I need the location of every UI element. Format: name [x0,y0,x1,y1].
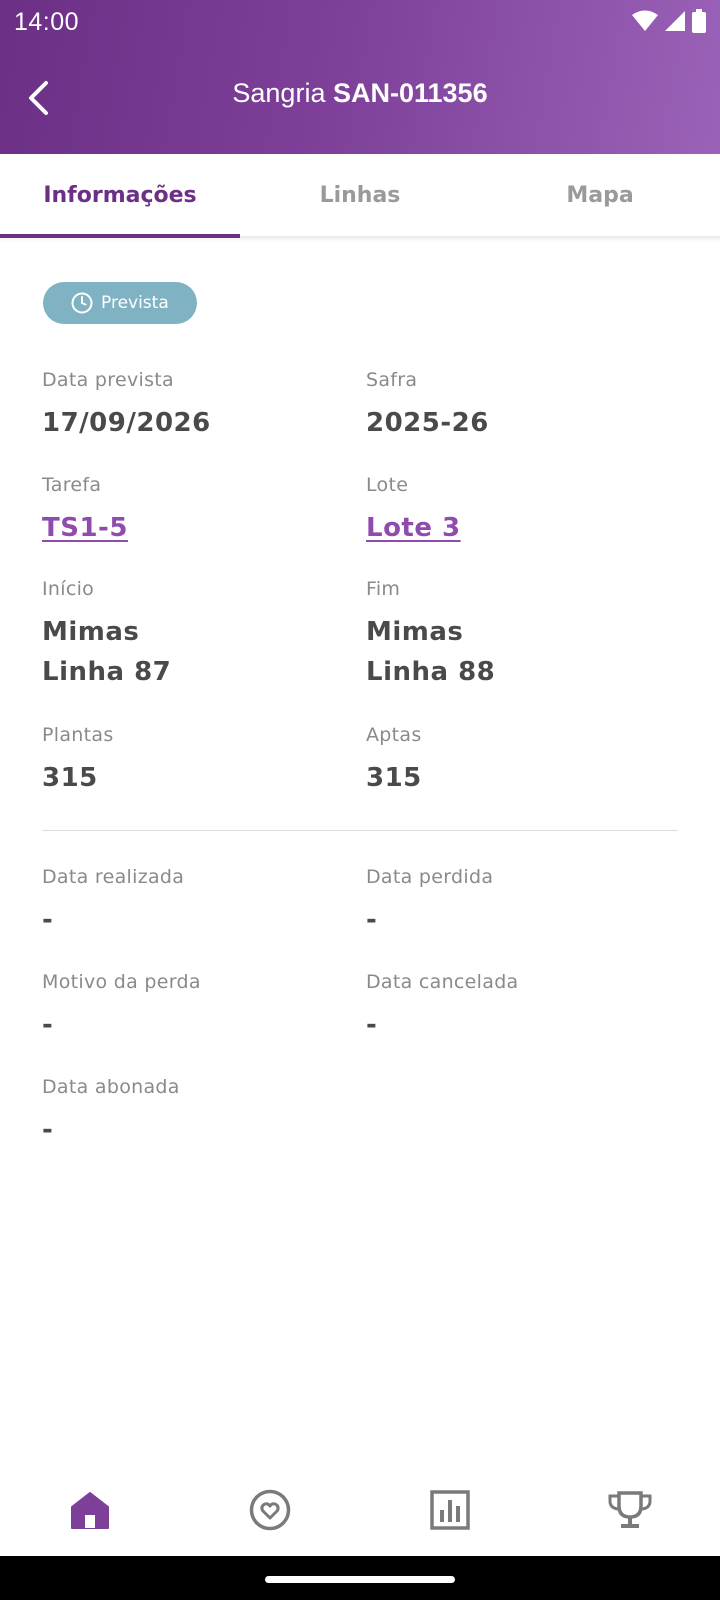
fim-line2: Linha 88 [366,657,496,687]
title-prefix: Sangria [232,78,326,108]
tarefa-link[interactable]: TS1-5 [42,508,128,548]
field-label: Início [42,578,95,600]
field-label: Fim [366,578,401,600]
field-label: Safra [366,369,418,391]
field-inicio: Início Mimas Linha 87 [42,578,171,692]
field-data-abonada: Data abonada - [42,1076,180,1150]
field-lote: Lote Lote 3 [366,474,461,548]
status-time: 14:00 [14,8,80,36]
field-value: 315 [366,763,422,793]
tab-informacoes[interactable]: Informações [0,154,240,238]
status-badge-label: Prevista [101,293,169,313]
field-label: Lote [366,474,409,496]
field-value: - [42,905,54,935]
field-value: Mimas Linha 88 [366,612,495,692]
trophy-icon [608,1491,652,1528]
field-label: Aptas [366,724,422,746]
field-safra: Safra 2025-26 [366,369,489,443]
field-data-cancelada: Data cancelada - [366,971,519,1045]
status-icons [632,9,706,33]
nav-drop-button[interactable] [225,1475,315,1545]
tab-bar: Informações Linhas Mapa [0,154,720,238]
nav-trophy-button[interactable] [585,1475,675,1545]
chart-icon [430,1490,470,1530]
section-divider [42,830,678,831]
wifi-icon [632,10,658,31]
clock-icon [71,292,93,314]
home-gesture-pill[interactable] [265,1576,455,1583]
fim-line1: Mimas [366,617,464,647]
nav-home-button[interactable] [45,1475,135,1545]
field-aptas: Aptas 315 [366,724,422,798]
field-label: Tarefa [42,474,102,496]
field-label: Data prevista [42,369,174,391]
field-label: Plantas [42,724,114,746]
drop-icon [249,1489,291,1531]
field-label: Data abonada [42,1076,180,1098]
home-icon [71,1492,109,1529]
field-value: 17/09/2026 [42,408,211,438]
field-plantas: Plantas 315 [42,724,114,798]
tab-mapa[interactable]: Mapa [480,154,720,236]
field-fim: Fim Mimas Linha 88 [366,578,495,692]
status-badge: Prevista [43,282,197,324]
bottom-nav [0,1462,720,1558]
field-value: - [42,1010,54,1040]
signal-icon [665,11,685,31]
field-label: Data cancelada [366,971,519,993]
field-value: - [366,905,378,935]
field-motivo-perda: Motivo da perda - [42,971,201,1045]
app-header: 14:00 Sangria SAN-011356 [0,0,720,154]
field-value: 2025-26 [366,408,489,438]
page-title: Sangria SAN-011356 [0,78,720,109]
field-label: Motivo da perda [42,971,201,993]
nav-chart-button[interactable] [405,1475,495,1545]
field-data-prevista: Data prevista 17/09/2026 [42,369,211,443]
lote-link[interactable]: Lote 3 [366,508,461,548]
battery-icon [692,9,706,33]
field-value: - [42,1115,54,1145]
field-tarefa: Tarefa TS1-5 [42,474,128,548]
field-value: - [366,1010,378,1040]
field-data-perdida: Data perdida - [366,866,493,940]
title-code: SAN-011356 [332,78,488,108]
field-label: Data realizada [42,866,185,888]
inicio-line2: Linha 87 [42,657,172,687]
tab-linhas[interactable]: Linhas [240,154,480,236]
field-label: Data perdida [366,866,494,888]
field-value: 315 [42,763,98,793]
field-value: Mimas Linha 87 [42,612,171,692]
field-data-realizada: Data realizada - [42,866,184,940]
inicio-line1: Mimas [42,617,140,647]
